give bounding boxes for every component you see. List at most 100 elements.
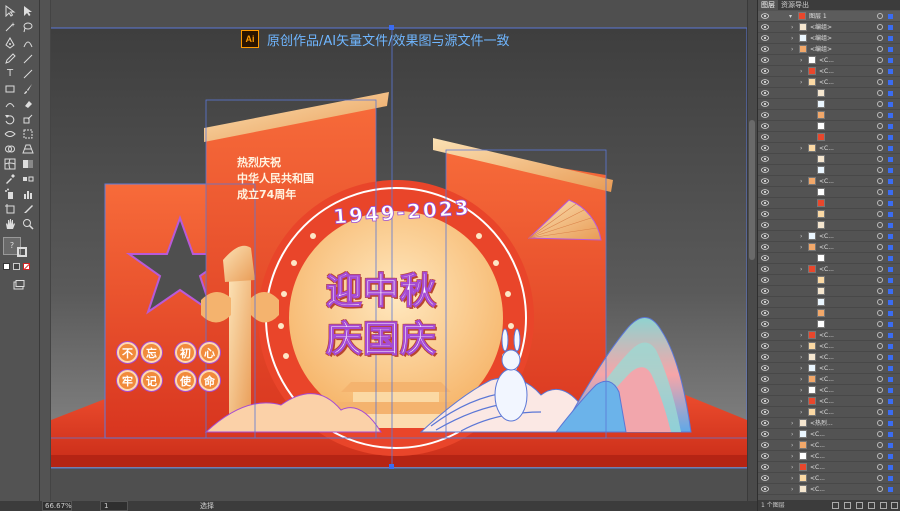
type-tool-icon[interactable]: T [3, 67, 17, 80]
scale-tool-icon[interactable] [21, 112, 35, 125]
visibility-eye-icon[interactable] [761, 442, 769, 448]
magic-wand-tool-icon[interactable] [3, 20, 17, 33]
expand-arrow-icon[interactable]: › [800, 66, 802, 77]
target-circle-icon[interactable] [877, 35, 883, 41]
layer-row[interactable] [758, 198, 900, 209]
expand-arrow-icon[interactable]: › [791, 451, 793, 462]
visibility-eye-icon[interactable] [761, 112, 769, 118]
selection-indicator[interactable] [888, 278, 893, 283]
visibility-eye-icon[interactable] [761, 332, 769, 338]
layer-row[interactable] [758, 209, 900, 220]
target-circle-icon[interactable] [877, 299, 883, 305]
selection-indicator[interactable] [888, 212, 893, 217]
target-circle-icon[interactable] [877, 156, 883, 162]
visibility-eye-icon[interactable] [761, 13, 769, 19]
visibility-eye-icon[interactable] [761, 211, 769, 217]
layer-row[interactable]: › <编组> [758, 44, 900, 55]
visibility-eye-icon[interactable] [761, 398, 769, 404]
visibility-eye-icon[interactable] [761, 178, 769, 184]
locate-object-icon[interactable] [844, 502, 851, 509]
selection-indicator[interactable] [888, 311, 893, 316]
hand-tool-icon[interactable] [3, 217, 17, 230]
target-circle-icon[interactable] [877, 79, 883, 85]
blend-tool-icon[interactable] [21, 172, 35, 185]
layer-row[interactable] [758, 99, 900, 110]
selection-indicator[interactable] [888, 245, 893, 250]
layer-row[interactable] [758, 154, 900, 165]
expand-arrow-icon[interactable]: › [800, 176, 802, 187]
new-sublayer-icon[interactable] [868, 502, 875, 509]
layer-row[interactable] [758, 319, 900, 330]
expand-arrow-icon[interactable]: › [800, 264, 802, 275]
layer-row[interactable]: › <C... [758, 330, 900, 341]
layer-row[interactable] [758, 110, 900, 121]
target-circle-icon[interactable] [877, 222, 883, 228]
expand-arrow-icon[interactable]: › [791, 484, 793, 495]
eraser-tool-icon[interactable] [21, 97, 35, 110]
selection-indicator[interactable] [888, 465, 893, 470]
selection-indicator[interactable] [888, 102, 893, 107]
visibility-eye-icon[interactable] [761, 299, 769, 305]
target-circle-icon[interactable] [877, 431, 883, 437]
rotate-tool-icon[interactable] [3, 112, 17, 125]
gradient-tool-icon[interactable] [21, 157, 35, 170]
zoom-field[interactable]: 66.67% [42, 501, 72, 511]
selection-indicator[interactable] [888, 432, 893, 437]
selection-tool-icon[interactable] [3, 4, 17, 17]
target-circle-icon[interactable] [877, 420, 883, 426]
target-circle-icon[interactable] [877, 178, 883, 184]
rectangle-tool-icon[interactable] [3, 82, 17, 95]
eyedropper-tool-icon[interactable] [3, 172, 17, 185]
artboard-number-field[interactable]: 1 [100, 501, 128, 511]
expand-arrow-icon[interactable]: › [800, 143, 802, 154]
layer-row[interactable] [758, 253, 900, 264]
visibility-eye-icon[interactable] [761, 123, 769, 129]
visibility-eye-icon[interactable] [761, 222, 769, 228]
layer-row[interactable]: › <C... [758, 363, 900, 374]
layer-row-top[interactable]: ▾ 图层 1 [758, 11, 900, 22]
visibility-eye-icon[interactable] [761, 321, 769, 327]
selection-indicator[interactable] [888, 91, 893, 96]
visibility-eye-icon[interactable] [761, 343, 769, 349]
symbol-sprayer-tool-icon[interactable] [3, 187, 17, 200]
expand-arrow-icon[interactable]: › [791, 22, 793, 33]
target-circle-icon[interactable] [877, 123, 883, 129]
target-circle-icon[interactable] [877, 46, 883, 52]
layer-row[interactable] [758, 286, 900, 297]
selection-indicator[interactable] [888, 25, 893, 30]
layer-row[interactable]: › <C... [758, 451, 900, 462]
visibility-eye-icon[interactable] [761, 387, 769, 393]
paintbrush-tool-icon[interactable] [21, 82, 35, 95]
target-circle-icon[interactable] [877, 464, 883, 470]
selection-indicator[interactable] [888, 157, 893, 162]
visibility-eye-icon[interactable] [761, 266, 769, 272]
selection-indicator[interactable] [888, 179, 893, 184]
expand-arrow-icon[interactable]: › [800, 77, 802, 88]
visibility-eye-icon[interactable] [761, 420, 769, 426]
selection-indicator[interactable] [888, 399, 893, 404]
vertical-scroll-thumb[interactable] [749, 120, 755, 260]
artboard-tool-icon[interactable] [3, 202, 17, 215]
layer-row[interactable]: › <C... [758, 462, 900, 473]
visibility-eye-icon[interactable] [761, 35, 769, 41]
make-clipping-mask-icon[interactable] [856, 502, 863, 509]
expand-arrow-icon[interactable]: › [791, 418, 793, 429]
shaper-tool-icon[interactable] [3, 97, 17, 110]
expand-arrow-icon[interactable]: › [800, 396, 802, 407]
target-circle-icon[interactable] [877, 453, 883, 459]
selection-indicator[interactable] [888, 267, 893, 272]
expand-arrow-icon[interactable]: › [800, 407, 802, 418]
layer-row[interactable] [758, 121, 900, 132]
selection-indicator[interactable] [888, 344, 893, 349]
target-circle-icon[interactable] [877, 189, 883, 195]
selection-indicator[interactable] [888, 421, 893, 426]
target-circle-icon[interactable] [877, 354, 883, 360]
visibility-eye-icon[interactable] [761, 101, 769, 107]
width-tool-icon[interactable] [3, 127, 17, 140]
layer-row[interactable]: › <热烈... [758, 418, 900, 429]
expand-arrow-icon[interactable]: › [800, 363, 802, 374]
visibility-eye-icon[interactable] [761, 156, 769, 162]
expand-arrow-icon[interactable]: ▾ [789, 11, 792, 22]
selection-indicator[interactable] [888, 47, 893, 52]
target-circle-icon[interactable] [877, 409, 883, 415]
